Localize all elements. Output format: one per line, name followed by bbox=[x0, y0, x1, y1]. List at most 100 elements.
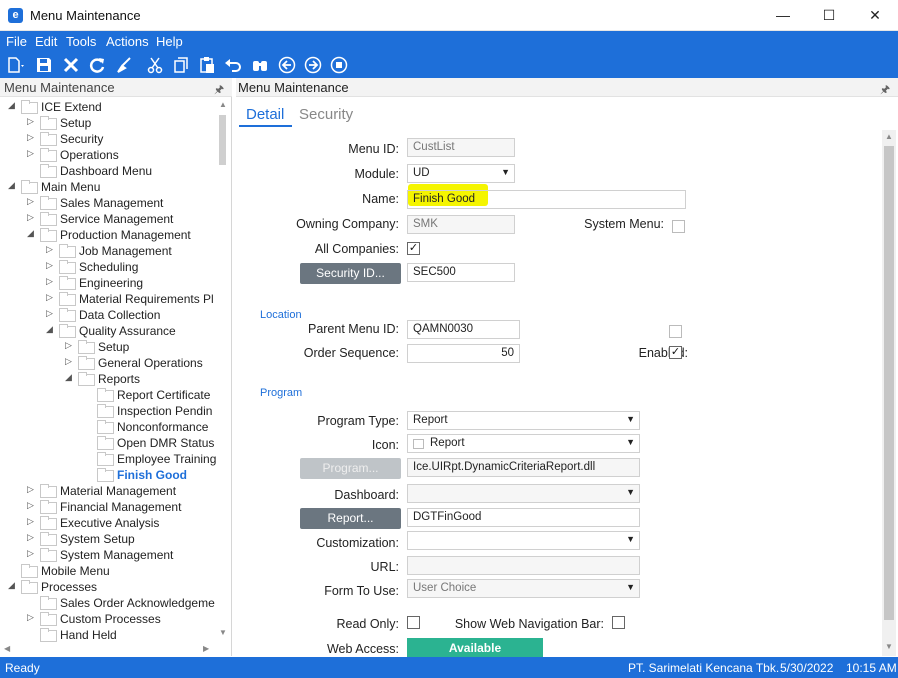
tree-item[interactable]: Sales Order Acknowledgeme bbox=[0, 596, 216, 612]
expand-arrow-icon[interactable]: ▷ bbox=[46, 276, 56, 287]
program-type-select[interactable]: Report ▼ bbox=[407, 411, 640, 430]
tree-item[interactable]: ◢ Main Menu bbox=[0, 180, 216, 196]
clear-icon[interactable] bbox=[114, 55, 134, 75]
tree-item[interactable]: ▷ Sales Management bbox=[0, 196, 216, 212]
menu-actions[interactable]: Actions bbox=[106, 34, 149, 49]
name-field[interactable]: Finish Good bbox=[407, 190, 686, 209]
icon-select[interactable]: Report ▼ bbox=[407, 434, 640, 453]
tree-item[interactable]: ▷ Custom Processes bbox=[0, 612, 216, 628]
report-button[interactable]: Report... bbox=[300, 508, 401, 529]
scroll-down-icon[interactable]: ▼ bbox=[885, 642, 893, 651]
parent-menu-id-field[interactable]: QAMN0030 bbox=[407, 320, 520, 339]
delete-icon[interactable] bbox=[61, 55, 81, 75]
url-field[interactable] bbox=[407, 556, 640, 575]
tree-item[interactable]: ◢ Reports bbox=[0, 372, 216, 388]
tree-item[interactable]: ◢ ICE Extend bbox=[0, 100, 216, 116]
menu-id-field[interactable]: CustList bbox=[407, 138, 515, 157]
collapse-arrow-icon[interactable]: ◢ bbox=[8, 180, 18, 191]
tab-detail[interactable]: Detail bbox=[246, 106, 284, 123]
refresh-icon[interactable] bbox=[87, 55, 107, 75]
tree-item[interactable]: ▷ Material Requirements Pl bbox=[0, 292, 216, 308]
expand-arrow-icon[interactable]: ▷ bbox=[27, 148, 37, 159]
tree-scrollbar[interactable]: ▲ ▼ bbox=[218, 98, 228, 644]
expand-arrow-icon[interactable]: ▷ bbox=[46, 244, 56, 255]
tree-scroll-thumb[interactable] bbox=[219, 115, 226, 165]
order-sequence-field[interactable]: 50 bbox=[407, 344, 520, 363]
tree-item[interactable]: ◢ Quality Assurance bbox=[0, 324, 216, 340]
cut-icon[interactable] bbox=[145, 55, 165, 75]
collapse-arrow-icon[interactable]: ◢ bbox=[46, 324, 56, 335]
menu-tools[interactable]: Tools bbox=[66, 34, 96, 49]
menu-edit[interactable]: Edit bbox=[35, 34, 57, 49]
copy-icon[interactable] bbox=[171, 55, 191, 75]
maximize-button[interactable]: ☐ bbox=[806, 0, 852, 31]
tree-item[interactable]: ▷ Executive Analysis bbox=[0, 516, 216, 532]
tree-item[interactable]: ▷ Scheduling bbox=[0, 260, 216, 276]
collapse-arrow-icon[interactable]: ◢ bbox=[27, 228, 37, 239]
home-icon[interactable] bbox=[329, 55, 349, 75]
new-icon[interactable] bbox=[4, 55, 24, 75]
expand-arrow-icon[interactable]: ▷ bbox=[27, 516, 37, 527]
menu-file[interactable]: File bbox=[6, 34, 27, 49]
expand-arrow-icon[interactable]: ▷ bbox=[27, 196, 37, 207]
tree-item[interactable]: ◢ Processes bbox=[0, 580, 216, 596]
tree-item[interactable]: Report Certificate bbox=[0, 388, 216, 404]
tree-item[interactable]: ▷ System Setup bbox=[0, 532, 216, 548]
tree-item[interactable]: ▷ Engineering bbox=[0, 276, 216, 292]
enabled-checkbox[interactable]: ✓ bbox=[669, 346, 682, 359]
tree-item[interactable]: Mobile Menu bbox=[0, 564, 216, 580]
program-button[interactable]: Program... bbox=[300, 458, 401, 479]
tree-item[interactable]: Nonconformance bbox=[0, 420, 216, 436]
expand-arrow-icon[interactable]: ▷ bbox=[27, 116, 37, 127]
expand-arrow-icon[interactable]: ▷ bbox=[27, 500, 37, 511]
module-select[interactable]: UD ▼ bbox=[407, 164, 515, 183]
close-button[interactable]: ✕ bbox=[852, 0, 898, 31]
security-id-field[interactable]: SEC500 bbox=[407, 263, 515, 282]
show-web-nav-checkbox[interactable] bbox=[612, 616, 625, 629]
expand-arrow-icon[interactable]: ▷ bbox=[27, 212, 37, 223]
scroll-up-icon[interactable]: ▲ bbox=[885, 132, 893, 141]
minimize-button[interactable]: — bbox=[760, 0, 806, 31]
tree-item[interactable]: ▷ Financial Management bbox=[0, 500, 216, 516]
all-companies-checkbox[interactable]: ✓ bbox=[407, 242, 420, 255]
tree-item[interactable]: Open DMR Status bbox=[0, 436, 216, 452]
tab-security[interactable]: Security bbox=[299, 106, 353, 123]
expand-arrow-icon[interactable]: ▷ bbox=[65, 356, 75, 367]
tree-item[interactable]: ▷ Security bbox=[0, 132, 216, 148]
scroll-right-icon[interactable]: ▶ bbox=[203, 644, 209, 653]
scroll-down-icon[interactable]: ▼ bbox=[219, 628, 227, 637]
system-menu-checkbox[interactable] bbox=[672, 220, 685, 233]
tree-item[interactable]: Dashboard Menu bbox=[0, 164, 216, 180]
report-field[interactable]: DGTFinGood bbox=[407, 508, 640, 527]
tree-item[interactable]: Employee Training bbox=[0, 452, 216, 468]
tree-item[interactable]: ▷ System Management bbox=[0, 548, 216, 564]
scroll-left-icon[interactable]: ◀ bbox=[4, 644, 10, 653]
tree-item[interactable]: ◢ Production Management bbox=[0, 228, 216, 244]
collapse-arrow-icon[interactable]: ◢ bbox=[65, 372, 75, 383]
forward-icon[interactable] bbox=[303, 55, 323, 75]
security-id-button[interactable]: Security ID... bbox=[300, 263, 401, 284]
expand-arrow-icon[interactable]: ▷ bbox=[27, 132, 37, 143]
main-scrollbar[interactable]: ▲ ▼ bbox=[882, 130, 896, 656]
expand-arrow-icon[interactable]: ▷ bbox=[65, 340, 75, 351]
tree-item[interactable]: ▷ Service Management bbox=[0, 212, 216, 228]
web-access-button[interactable]: Available bbox=[407, 638, 543, 658]
expand-arrow-icon[interactable]: ▷ bbox=[46, 292, 56, 303]
expand-arrow-icon[interactable]: ▷ bbox=[27, 532, 37, 543]
unlabeled-checkbox[interactable] bbox=[669, 325, 682, 338]
customization-select[interactable]: ▼ bbox=[407, 531, 640, 550]
dashboard-select[interactable]: ▼ bbox=[407, 484, 640, 503]
tree-item[interactable]: ▷ Data Collection bbox=[0, 308, 216, 324]
owning-company-field[interactable]: SMK bbox=[407, 215, 515, 234]
undo-icon[interactable] bbox=[223, 55, 243, 75]
paste-icon[interactable] bbox=[197, 55, 217, 75]
tree-item[interactable]: Hand Held bbox=[0, 628, 216, 644]
expand-arrow-icon[interactable]: ▷ bbox=[46, 260, 56, 271]
tree-item[interactable]: ▷ Job Management bbox=[0, 244, 216, 260]
program-field[interactable]: Ice.UIRpt.DynamicCriteriaReport.dll bbox=[407, 458, 640, 477]
collapse-arrow-icon[interactable]: ◢ bbox=[8, 580, 18, 591]
pin-icon[interactable]: 🖈 bbox=[880, 81, 890, 100]
tree-item[interactable]: ▷ General Operations bbox=[0, 356, 216, 372]
expand-arrow-icon[interactable]: ▷ bbox=[27, 548, 37, 559]
tree-item[interactable]: ▷ Setup bbox=[0, 340, 216, 356]
